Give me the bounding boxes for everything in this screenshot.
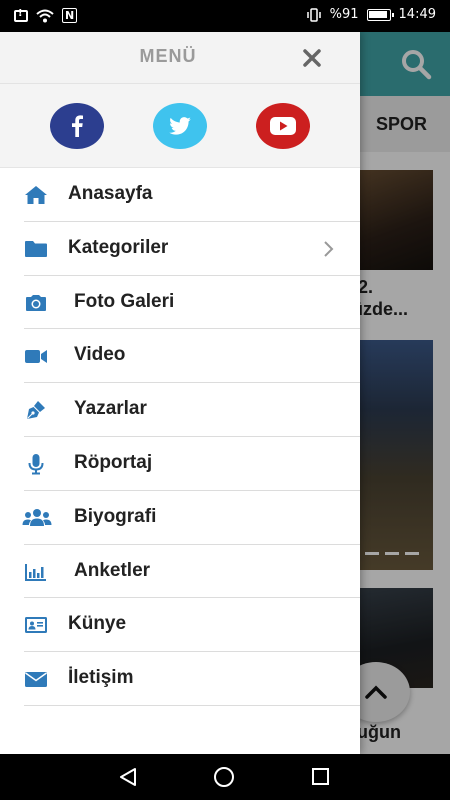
menu-item-label: Yazarlar — [74, 398, 147, 420]
home-icon — [25, 186, 47, 204]
alert-icon — [14, 8, 28, 22]
battery-percent: %91 — [329, 7, 359, 22]
menu-item-label: Anketler — [74, 559, 151, 581]
youtube-button[interactable] — [256, 103, 310, 149]
menu-item-kunye[interactable]: Künye — [0, 598, 360, 653]
drawer-header: MENÜ — [0, 32, 360, 84]
microphone-icon — [28, 453, 44, 475]
social-links — [0, 84, 360, 168]
menu-item-yazarlar[interactable]: Yazarlar — [0, 383, 360, 437]
home-button-icon[interactable] — [214, 767, 234, 787]
twitter-button[interactable] — [153, 103, 207, 149]
menu-item-label: İletişim — [68, 667, 134, 689]
menu-item-label: Anasayfa — [68, 183, 153, 204]
menu-item-anasayfa[interactable]: Anasayfa — [0, 168, 360, 222]
menu-title: MENÜ — [139, 46, 197, 66]
back-icon[interactable] — [118, 767, 138, 787]
menu-item-iletisim[interactable]: İletişim — [0, 652, 360, 706]
wifi-icon — [36, 9, 54, 22]
close-icon[interactable] — [300, 46, 324, 70]
menu-list: Anasayfa Kategoriler Foto Galeri Video Y… — [0, 168, 360, 706]
camera-icon — [26, 294, 46, 311]
facebook-button[interactable] — [50, 103, 104, 149]
recent-apps-icon[interactable] — [312, 768, 329, 785]
menu-item-foto-galeri[interactable]: Foto Galeri — [0, 276, 360, 330]
battery-icon — [366, 8, 394, 21]
facebook-icon — [72, 115, 83, 137]
clock: 14:49 — [398, 7, 436, 22]
youtube-icon — [270, 117, 296, 135]
video-camera-icon — [25, 350, 47, 364]
nfc-icon: N — [62, 8, 78, 23]
menu-item-roportaj[interactable]: Röportaj — [0, 437, 360, 491]
divider — [24, 704, 360, 706]
status-icons-left: N — [14, 8, 78, 23]
pen-nib-icon — [27, 401, 45, 420]
navigation-drawer: MENÜ Anasayfa Kategoriler Foto Galeri Vi… — [0, 32, 360, 754]
menu-item-video[interactable]: Video — [0, 329, 360, 384]
menu-item-label: Foto Galeri — [74, 290, 175, 312]
twitter-icon — [169, 117, 191, 135]
status-bar: N %91 14:49 — [0, 0, 450, 32]
id-card-icon — [25, 617, 47, 634]
envelope-icon — [25, 672, 47, 688]
system-nav-bar — [0, 754, 450, 800]
menu-item-anketler[interactable]: Anketler — [0, 545, 360, 599]
menu-item-biyografi[interactable]: Biyografi — [0, 491, 360, 545]
status-icons-right: %91 14:49 — [306, 7, 436, 22]
menu-item-label: Biyografi — [74, 505, 157, 527]
menu-item-kategoriler[interactable]: Kategoriler — [0, 222, 360, 276]
bar-chart-icon — [25, 563, 46, 581]
menu-item-label: Röportaj — [74, 451, 153, 473]
folder-icon — [25, 240, 47, 257]
menu-item-label: Video — [74, 344, 126, 366]
chevron-right-icon — [324, 241, 334, 257]
menu-item-label: Kategoriler — [68, 236, 169, 258]
menu-item-label: Künye — [68, 613, 127, 635]
users-icon — [22, 508, 52, 526]
vibrate-icon — [306, 7, 321, 22]
